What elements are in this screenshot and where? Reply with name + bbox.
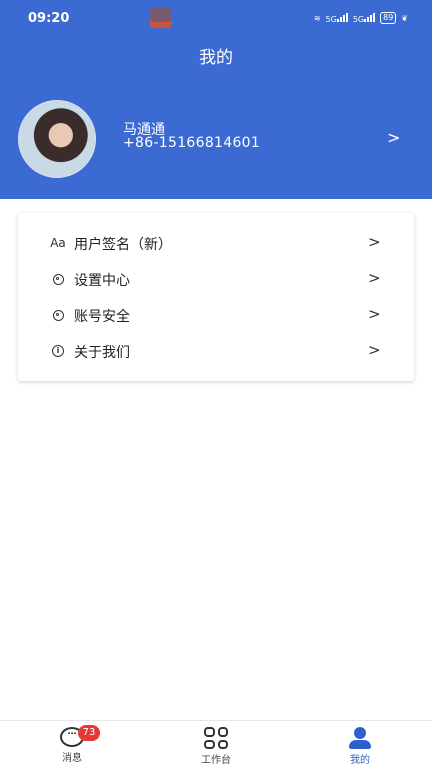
page-title: 我的	[199, 48, 233, 68]
tab-label: 我的	[350, 755, 370, 766]
tab-workbench[interactable]: 工作台	[176, 725, 256, 766]
chevron-right-icon: >	[368, 269, 381, 287]
tab-mine[interactable]: 我的	[320, 725, 400, 766]
app-notification-icon	[150, 8, 172, 28]
menu-item-label: 用户签名（新）	[74, 237, 172, 253]
unread-badge: 73	[78, 725, 100, 741]
chevron-right-icon[interactable]: >	[387, 128, 400, 147]
menu-item-settings[interactable]: 设置中心 >	[18, 261, 414, 297]
gear-icon	[50, 307, 66, 323]
profile-section[interactable]: 马通通 +86-15166814601 >	[0, 100, 432, 178]
bottom-tab-bar: ··· 73 消息 工作台 我的	[0, 720, 432, 769]
menu-item-label: 设置中心	[74, 273, 130, 289]
tab-label: 消息	[62, 753, 82, 764]
battery-icon: 89	[380, 12, 397, 24]
wifi-icon: ≋	[313, 13, 321, 23]
avatar[interactable]	[18, 100, 96, 178]
grid-icon	[204, 727, 228, 749]
menu-item-label: 关于我们	[74, 345, 130, 361]
info-icon: i	[50, 343, 66, 359]
menu-card: Aa 用户签名（新） > 设置中心 > 账号安全 > i 关于我们 >	[18, 213, 414, 381]
status-time: 09:20	[28, 11, 70, 26]
tab-messages[interactable]: ··· 73 消息	[32, 725, 112, 764]
gear-icon	[50, 271, 66, 287]
status-bar: 09:20 ≋ 5G 5G 89 ❦	[0, 8, 432, 30]
chevron-right-icon: >	[368, 305, 381, 323]
user-icon	[348, 727, 372, 749]
menu-item-label: 账号安全	[74, 309, 130, 325]
menu-item-signature[interactable]: Aa 用户签名（新） >	[18, 225, 414, 261]
chevron-right-icon: >	[368, 341, 381, 359]
menu-item-account-security[interactable]: 账号安全 >	[18, 297, 414, 333]
status-icons: ≋ 5G 5G 89 ❦	[314, 12, 408, 24]
tab-label: 工作台	[201, 755, 231, 766]
header: 09:20 ≋ 5G 5G 89 ❦ 我的 马通通 +86-1516681460…	[0, 0, 432, 199]
chevron-right-icon: >	[368, 233, 381, 251]
profile-phone: +86-15166814601	[123, 135, 261, 151]
signal-icon-1: 5G	[326, 12, 348, 24]
signal-icon-2: 5G	[353, 12, 376, 24]
leaf-icon: ❦	[401, 13, 408, 23]
menu-item-about[interactable]: i 关于我们 >	[18, 333, 414, 369]
font-size-icon: Aa	[50, 236, 66, 250]
